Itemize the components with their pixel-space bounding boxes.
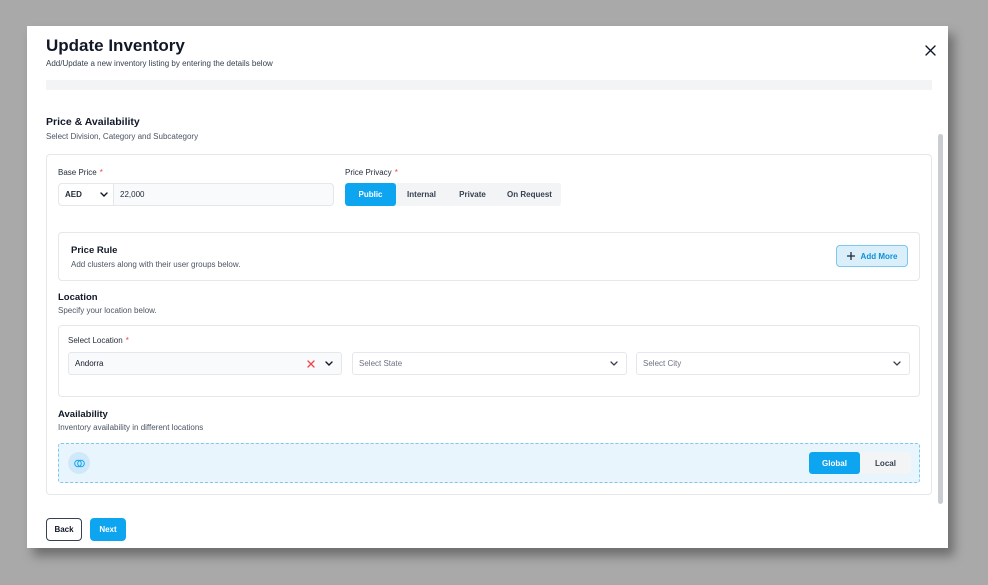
country-select[interactable]: Andorra bbox=[68, 352, 342, 375]
availability-option-global[interactable]: Global bbox=[809, 452, 860, 474]
price-availability-card: Base Price * AED 22,000 Price Privacy * Pu… bbox=[46, 154, 932, 495]
add-more-button[interactable]: Add More bbox=[836, 245, 908, 267]
close-icon bbox=[924, 44, 936, 56]
price-rule-card: Price Rule Add clusters along with their… bbox=[58, 232, 920, 281]
price-privacy-label: Price Privacy * bbox=[345, 168, 398, 177]
progress-band bbox=[46, 80, 932, 90]
base-price-label-text: Base Price bbox=[58, 168, 97, 177]
scrollbar[interactable] bbox=[938, 134, 943, 504]
currency-value: AED bbox=[65, 190, 82, 199]
price-rule-title: Price Rule bbox=[71, 245, 118, 256]
price-rule-subtitle: Add clusters along with their user group… bbox=[71, 260, 241, 269]
globe-icon bbox=[68, 452, 90, 474]
next-button[interactable]: Next bbox=[90, 518, 126, 541]
section-title: Price & Availability bbox=[46, 116, 140, 128]
availability-toggle: Global Local bbox=[809, 452, 911, 474]
country-value: Andorra bbox=[75, 359, 104, 368]
update-inventory-modal: Update Inventory Add/Update a new invent… bbox=[27, 26, 948, 548]
price-privacy-label-text: Price Privacy bbox=[345, 168, 392, 177]
required-mark: * bbox=[99, 168, 103, 177]
section-subtitle: Select Division, Category and Subcategor… bbox=[46, 132, 199, 141]
select-location-label-text: Select Location bbox=[68, 336, 123, 345]
select-location-label: Select Location * bbox=[68, 336, 129, 345]
privacy-option-public[interactable]: Public bbox=[345, 183, 396, 206]
back-button[interactable]: Back bbox=[46, 518, 82, 541]
currency-select[interactable]: AED bbox=[59, 184, 114, 205]
clear-country-button[interactable] bbox=[307, 359, 315, 368]
location-title: Location bbox=[58, 292, 98, 303]
chevron-down-icon bbox=[610, 360, 618, 366]
modal-title: Update Inventory bbox=[46, 36, 185, 55]
modal-subtitle: Add/Update a new inventory listing by en… bbox=[46, 59, 273, 68]
location-card: Select Location * Andorra Select State S… bbox=[58, 325, 920, 397]
add-more-label: Add More bbox=[860, 251, 898, 261]
clear-icon bbox=[307, 359, 315, 368]
chevron-down-icon bbox=[325, 360, 333, 366]
availability-title: Availability bbox=[58, 409, 108, 420]
privacy-option-private[interactable]: Private bbox=[447, 183, 498, 206]
plus-icon bbox=[846, 252, 855, 260]
chevron-down-icon bbox=[893, 360, 901, 366]
availability-box: Global Local bbox=[58, 443, 920, 483]
availability-option-local[interactable]: Local bbox=[860, 452, 911, 474]
required-mark: * bbox=[394, 168, 398, 177]
state-select[interactable]: Select State bbox=[352, 352, 627, 375]
chevron-down-icon bbox=[100, 191, 108, 197]
base-price-field: AED 22,000 bbox=[58, 183, 334, 206]
base-price-label: Base Price * bbox=[58, 168, 103, 177]
price-privacy-toggle: Public Internal Private On Request bbox=[345, 183, 561, 206]
privacy-option-on-request[interactable]: On Request bbox=[498, 183, 561, 206]
city-select[interactable]: Select City bbox=[636, 352, 910, 375]
required-mark: * bbox=[125, 336, 129, 345]
state-placeholder: Select State bbox=[359, 359, 403, 368]
base-price-input[interactable]: 22,000 bbox=[114, 190, 144, 199]
close-button[interactable] bbox=[922, 42, 938, 58]
availability-subtitle: Inventory availability in different loca… bbox=[58, 423, 204, 432]
privacy-option-internal[interactable]: Internal bbox=[396, 183, 447, 206]
city-placeholder: Select City bbox=[643, 359, 682, 368]
location-subtitle: Specify your location below. bbox=[58, 306, 157, 315]
